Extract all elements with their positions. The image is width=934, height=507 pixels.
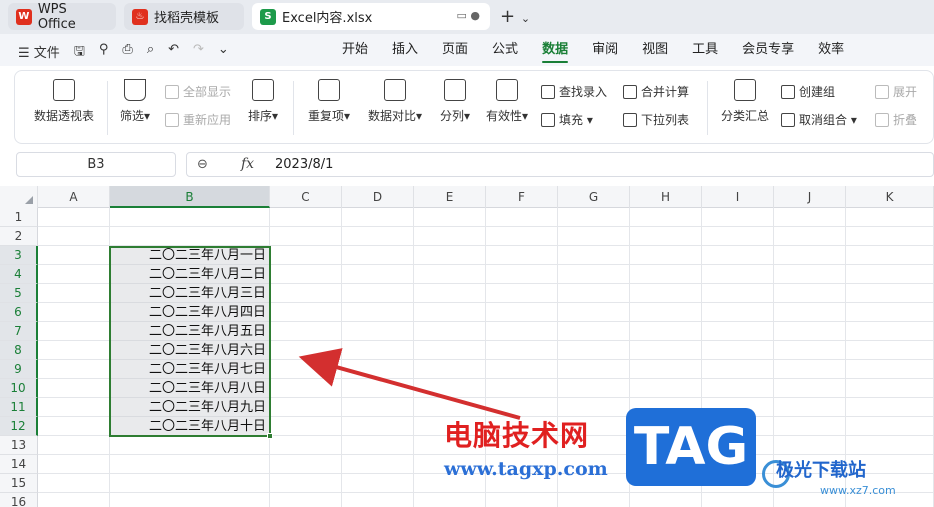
- red-arrow-line: [298, 348, 521, 420]
- watermark-site-cn: 电脑技术网: [444, 419, 590, 452]
- watermark-tag-logo: TAG: [626, 408, 756, 486]
- watermark-jiguang-url: www.xz7.com: [820, 484, 896, 497]
- watermark-jiguang: 极光下载站: [776, 460, 866, 481]
- watermark-site-url: www.tagxp.com: [444, 458, 608, 480]
